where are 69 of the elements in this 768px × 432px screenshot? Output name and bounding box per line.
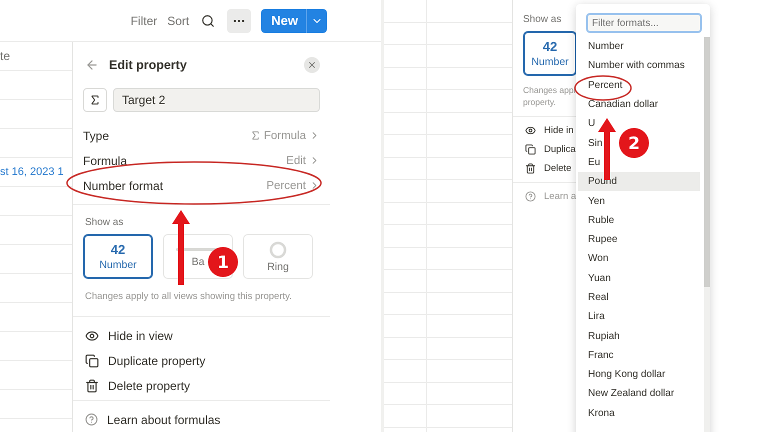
eye-icon [85, 328, 99, 342]
option-label: Number [99, 259, 137, 271]
sigma-icon-button[interactable] [83, 88, 107, 112]
format-option[interactable]: Hong Kong dollar [578, 365, 670, 384]
property-label: Formula [83, 154, 128, 168]
option-label: Ba [192, 256, 204, 268]
copy-icon [525, 144, 536, 155]
format-option[interactable]: Ruble [578, 210, 618, 230]
number-preview: 42 [110, 242, 126, 257]
help-text: property. [523, 96, 556, 108]
format-option[interactable]: Yen [578, 191, 609, 211]
copy-icon [85, 354, 99, 368]
more-button[interactable] [227, 8, 252, 32]
help-icon [85, 413, 98, 426]
format-option[interactable]: Real [578, 288, 613, 308]
sigma-icon [89, 94, 101, 106]
section-label: Show as [85, 217, 124, 228]
format-option[interactable]: Rupee [578, 230, 622, 250]
panel-title: Edit property [109, 58, 188, 72]
format-option[interactable]: U [578, 114, 600, 134]
close-icon [307, 60, 317, 70]
format-option[interactable]: Eu [578, 152, 604, 172]
format-option[interactable]: Franc [578, 346, 618, 366]
filter-button[interactable]: Filter [130, 14, 158, 28]
format-option[interactable]: Won [578, 249, 612, 269]
menu-action[interactable]: Delete property [83, 373, 320, 398]
format-option[interactable]: Sin [578, 133, 606, 153]
display-option[interactable]: 42 Number [523, 31, 577, 76]
eye-icon [525, 125, 536, 136]
format-option[interactable]: Percent [578, 76, 626, 95]
trash-icon [85, 378, 99, 392]
step-badge: 2 [619, 128, 649, 158]
close-button[interactable] [304, 57, 320, 73]
help-icon [525, 191, 536, 202]
property-name-field[interactable]: Target 2 [113, 88, 320, 112]
help-link[interactable]: Learn about formulas [83, 407, 320, 432]
sigma-icon [250, 130, 261, 141]
back-icon[interactable] [85, 58, 99, 72]
format-option[interactable]: Yuan [578, 268, 615, 288]
help-text: Changes appl [523, 84, 576, 96]
highlight-ellipse [574, 75, 632, 101]
format-option[interactable]: Canadian dollar [578, 94, 662, 114]
trash-icon [525, 163, 536, 174]
scrollbar[interactable] [704, 37, 710, 432]
menu-action[interactable]: Duplicate property [83, 348, 320, 373]
format-option[interactable]: Krona [578, 404, 619, 423]
menu-action[interactable]: Hide in view [83, 323, 320, 348]
option-label: Number [531, 56, 569, 68]
sort-button[interactable]: Sort [167, 14, 190, 28]
format-option[interactable]: Number with commas [578, 56, 689, 76]
display-option[interactable]: Ring [243, 234, 313, 279]
menu-action[interactable]: Delete [523, 159, 572, 178]
format-option[interactable]: Lira [578, 307, 609, 326]
step-badge: 1 [208, 247, 238, 277]
help-text: Changes apply to all views showing this property. [85, 290, 293, 304]
menu-action[interactable]: Duplica [523, 140, 576, 159]
number-preview: 42 [542, 39, 558, 54]
property-label: Type [83, 128, 110, 142]
menu-action[interactable]: Hide in [523, 121, 574, 140]
search-icon [201, 14, 216, 28]
section-label: Show as [523, 14, 562, 25]
property-label: Number format [83, 178, 164, 192]
filter-field[interactable]: Filter formats... [586, 13, 702, 33]
ring-preview-icon [269, 240, 287, 258]
format-option[interactable]: Rupiah [578, 326, 624, 346]
format-option[interactable]: New Zealand dollar [578, 384, 678, 404]
display-option[interactable]: 42 Number [83, 234, 153, 279]
format-option[interactable]: Number [578, 37, 628, 56]
option-label: Ring [267, 260, 289, 272]
